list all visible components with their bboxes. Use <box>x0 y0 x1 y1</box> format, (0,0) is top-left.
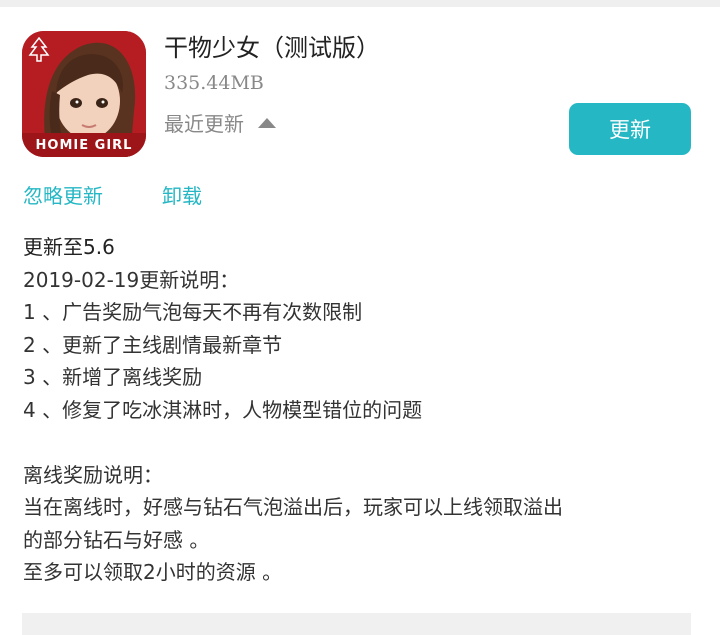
app-size: 335.44MB <box>164 72 264 94</box>
app-title: 干物少女（测试版） <box>164 34 380 62</box>
note-item: 4 、修复了吃冰淇淋时，人物模型错位的问题 <box>23 397 423 422</box>
release-notes: 更新至5.6 2019-02-19更新说明： 1 、广告奖励气泡每天不再有次数限… <box>23 231 693 589</box>
note-item: 1 、广告奖励气泡每天不再有次数限制 <box>23 300 363 324</box>
update-button[interactable]: 更新 <box>569 103 691 155</box>
app-icon-label: HOMIE GIRL <box>35 138 133 153</box>
recent-update-toggle[interactable]: 最近更新 <box>164 108 276 137</box>
note-item: 3 、新增了离线奖励 <box>23 365 203 389</box>
version-line: 更新至5.6 <box>23 235 115 259</box>
app-icon[interactable]: HOMIE GIRL <box>22 31 146 157</box>
ignore-update-link[interactable]: 忽略更新 <box>23 180 103 209</box>
caret-up-icon <box>258 117 276 128</box>
offline-reward-line: 当在离线时，好感与钻石气泡溢出后，玩家可以上线领取溢出 <box>23 495 563 519</box>
offline-reward-line: 至多可以领取2小时的资源 。 <box>23 560 283 584</box>
christmas-tree-icon <box>28 37 50 63</box>
uninstall-link[interactable]: 卸载 <box>162 180 202 209</box>
date-line: 2019-02-19更新说明： <box>23 267 240 292</box>
bottom-divider <box>22 613 691 635</box>
recent-update-label: 最近更新 <box>164 112 244 136</box>
note-item: 2 、更新了主线剧情最新章节 <box>23 332 283 357</box>
notes-spacer <box>23 426 693 459</box>
top-divider <box>0 0 720 7</box>
offline-reward-line: 的部分钻石与好感 。 <box>23 527 210 552</box>
offline-reward-title: 离线奖励说明： <box>23 462 163 487</box>
